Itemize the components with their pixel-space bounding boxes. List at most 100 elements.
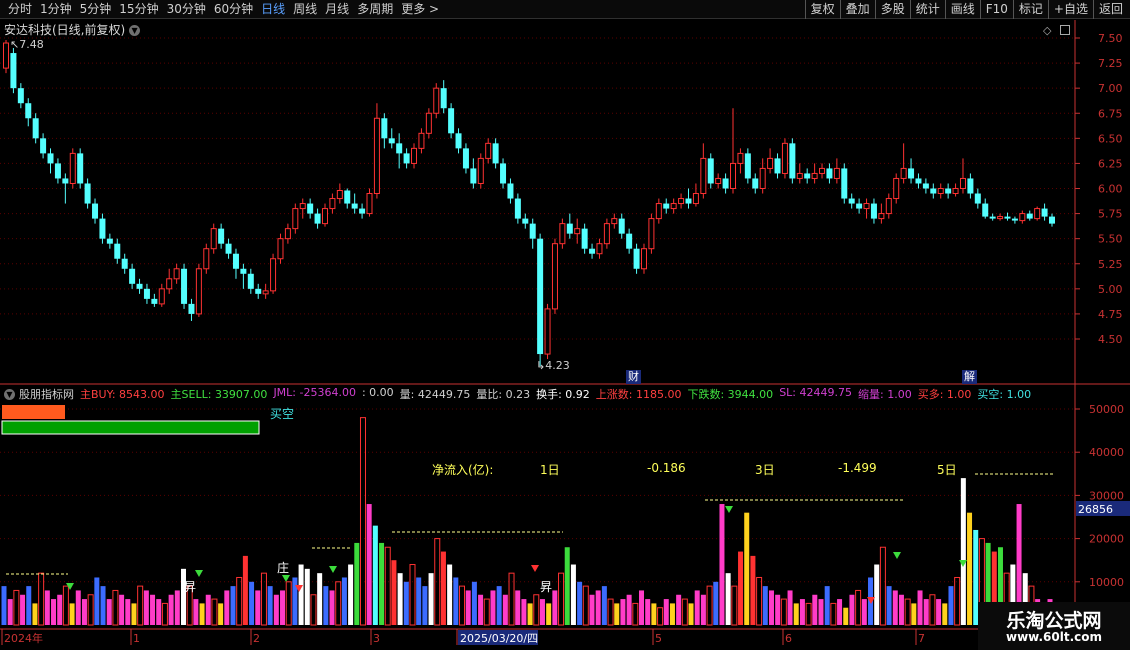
volume-bar [570, 564, 576, 625]
volume-bar [341, 577, 347, 625]
high-pointer-icon: ↖ [10, 38, 20, 51]
candle-body [544, 308, 551, 355]
candle-body [781, 142, 788, 174]
indicator-chevron-icon[interactable]: ▼ [4, 388, 15, 400]
candle-body [195, 268, 202, 315]
indicator-name[interactable]: 股朋指标网 [19, 386, 74, 402]
date-tick-label: 1 [133, 632, 140, 645]
candle-body [774, 158, 781, 174]
candle-body [796, 172, 803, 179]
volume-tick-label: 30000 [1089, 489, 1124, 502]
inflow-3d-label: 3日 [755, 463, 775, 477]
candle-body [959, 177, 966, 189]
candle-body [54, 163, 61, 179]
candle-body [1004, 216, 1011, 219]
volume-bar [923, 599, 929, 625]
chevron-down-icon[interactable]: ▼ [129, 25, 141, 36]
volume-bar [119, 594, 125, 625]
volume-bar [323, 586, 329, 625]
candle-body [752, 178, 759, 189]
candle-body [277, 238, 284, 260]
high-price-value: 7.48 [19, 38, 44, 51]
volume-bar [285, 581, 292, 626]
volume-bar [607, 598, 614, 626]
signal-arrow-icon [329, 566, 337, 573]
volume-bar [719, 504, 725, 625]
volume-bar [249, 581, 255, 625]
candle-body [492, 143, 499, 164]
high-price-label: ↖7.48 [10, 38, 44, 51]
volume-bar [7, 599, 13, 625]
candle-body [240, 268, 247, 274]
stock-title-text: 安达科技(日线,前复权) [4, 23, 126, 37]
volume-bar [552, 590, 558, 625]
candle-body [62, 178, 69, 184]
volume-bar [13, 589, 20, 626]
candle-body [329, 198, 336, 210]
volume-tick-label: 20000 [1089, 533, 1124, 546]
candle-body [819, 167, 826, 174]
volume-bar [515, 590, 521, 625]
volume-bar [280, 590, 286, 625]
indicator-field-2: JML: -25364.00 [273, 386, 356, 399]
candle-body [477, 157, 484, 184]
candle-body [299, 203, 306, 210]
candle-body [129, 268, 136, 284]
candle-body [1041, 208, 1048, 217]
event-finance-badge[interactable]: 财 [626, 370, 641, 384]
candle-body [92, 203, 99, 219]
event-unlock-badge[interactable]: 解 [962, 370, 977, 384]
candle-body [922, 183, 929, 189]
volume-bar [205, 594, 211, 625]
volume-bar [416, 577, 422, 625]
candle-body [314, 213, 321, 224]
volume-bar [359, 417, 366, 626]
price-tick-label: 4.75 [1098, 308, 1123, 321]
candle-body [173, 268, 180, 280]
candle-body [856, 203, 863, 209]
sell-power-bar [1, 420, 260, 435]
date-cursor-label: 2025/03/20/四 [460, 632, 538, 645]
candle-body [136, 283, 143, 289]
candle-body [648, 218, 655, 250]
marker-zhuang: 庄 [277, 561, 290, 575]
volume-bar [273, 594, 279, 625]
volume-bar [892, 590, 898, 625]
expand-icon[interactable] [1060, 25, 1070, 35]
volume-bar [422, 586, 428, 625]
volume-bar [879, 546, 886, 626]
volume-bar [428, 573, 434, 625]
candle-body [1011, 218, 1018, 221]
stock-title[interactable]: 安达科技(日线,前复权) ▼ [4, 21, 141, 38]
candle-body [158, 288, 165, 305]
candle-body [870, 203, 877, 219]
candle-body [1049, 216, 1055, 224]
net-inflow-label: 净流入(亿): [432, 463, 494, 477]
volume-bar [32, 603, 38, 625]
diamond-icon[interactable]: ◇ [1043, 24, 1051, 37]
candle-body [10, 53, 17, 89]
volume-bar [384, 546, 391, 626]
volume-tick-label: 50000 [1089, 403, 1124, 416]
volume-bar [150, 594, 156, 625]
candle-body [700, 157, 707, 195]
indicator-field-12: 买空: 1.00 [977, 388, 1032, 401]
volume-bar [874, 564, 880, 625]
chart-canvas[interactable]: 7.50 7.25 7.00 6.75 6.50 6.25 6.00 5.75 5.50 5.25… [0, 0, 1130, 650]
volume-bar [156, 599, 162, 625]
price-tick-label: 7.50 [1098, 32, 1123, 45]
candle-body [655, 203, 662, 220]
candle-body [930, 188, 937, 194]
candle-body [396, 143, 403, 154]
volume-bar [218, 603, 224, 625]
volume-bar [744, 512, 750, 625]
volume-bar [465, 590, 471, 625]
volume-bar [818, 599, 824, 625]
volume-bar [354, 542, 360, 625]
signal-arrow-icon [725, 506, 733, 513]
candle-body [17, 88, 24, 104]
watermark-name: 乐淘公式网 [1006, 610, 1102, 632]
volume-bar [793, 603, 799, 625]
price-tick-label: 5.75 [1098, 208, 1123, 221]
volume-bar [762, 586, 768, 625]
